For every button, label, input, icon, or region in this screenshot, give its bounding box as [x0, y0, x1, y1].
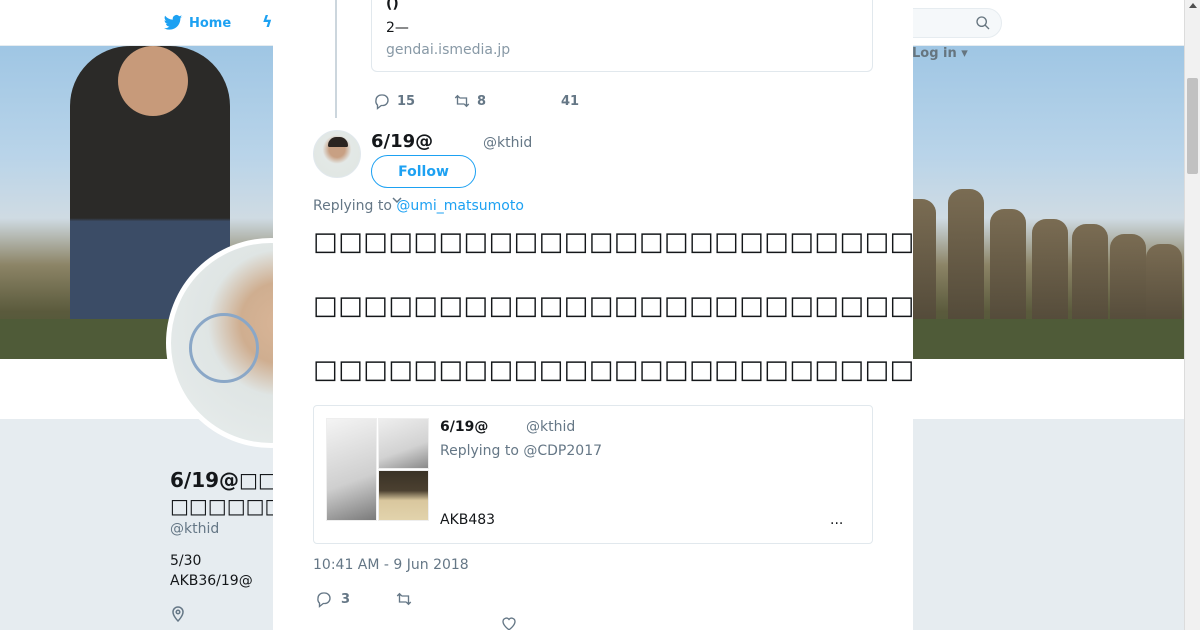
scroll-up-arrow-icon[interactable]: [1189, 3, 1197, 8]
scroll-thumb[interactable]: [1187, 78, 1198, 174]
reply-button[interactable]: 15: [373, 92, 453, 110]
follow-button[interactable]: Follow: [371, 155, 476, 188]
like-button[interactable]: 41: [561, 94, 579, 109]
link-preview-title: (): [386, 0, 399, 12]
tweet-text-line: □□□□□□□□□□□□□□□□□□□□□□□□□□□□□□□□□□□□□□□□…: [313, 355, 913, 385]
retweet-button[interactable]: [395, 590, 413, 608]
tweet-timestamp[interactable]: 10:41 AM - 9 Jun 2018: [313, 557, 469, 573]
page-scrollbar[interactable]: [1184, 0, 1200, 630]
tweet-author-avatar[interactable]: [313, 130, 361, 178]
retweet-button[interactable]: 8: [453, 92, 561, 110]
tweet-text-line: □□□□□□□□□□□□□□□□□□□□□□□□□□□□□□□□□□□□□□□□…: [313, 227, 913, 257]
reply-button[interactable]: 3: [315, 590, 395, 608]
quoted-tweet-image[interactable]: [378, 470, 429, 521]
replying-prefix: Replying to: [313, 198, 397, 214]
replying-mention-link[interactable]: @umi_matsumoto: [396, 198, 524, 214]
quoted-tweet-image[interactable]: [326, 418, 377, 521]
retweet-icon: [396, 592, 412, 606]
tweet-author-handle[interactable]: @kthid: [483, 135, 532, 151]
replying-to: Replying to @umi_matsumoto: [313, 198, 524, 214]
link-preview-domain: gendai.ismedia.jp: [386, 42, 511, 58]
quoted-tweet-card[interactable]: 6/19@ @kthid Replying to @CDP2017 AKB483…: [313, 405, 873, 544]
avatar-hair: [328, 137, 348, 147]
close-icon: [1157, 15, 1175, 33]
quoted-tweet-author-handle: @kthid: [526, 419, 576, 435]
reply-icon: [317, 592, 331, 608]
reply-icon: [375, 94, 389, 110]
close-button[interactable]: [1152, 10, 1180, 38]
tweet-permalink-modal: () 2— gendai.ismedia.jp 15 8 41 6/19@ @k…: [273, 0, 913, 630]
heart-icon[interactable]: [500, 614, 518, 630]
quoted-tweet-image[interactable]: [378, 418, 429, 469]
like-count: 41: [561, 93, 580, 109]
quoted-tweet-ellipsis: ...: [830, 512, 844, 528]
retweet-icon: [454, 94, 470, 108]
link-preview-card[interactable]: () 2— gendai.ismedia.jp: [371, 0, 873, 72]
reply-count: 15: [397, 93, 416, 109]
quoted-tweet-author-name: 6/19@: [440, 419, 489, 435]
quoted-tweet-replying-to: Replying to @CDP2017: [440, 443, 603, 459]
tweet-text-line: □□□□□□□□□□□□□□□□□□□□□□□□□□□□□□□□□□□6/19(…: [313, 291, 913, 321]
reply-count: 3: [341, 591, 351, 607]
previous-tweet-actions: 15 8 41: [373, 90, 579, 112]
link-preview-description: 2—: [386, 20, 409, 36]
tweet-author-name[interactable]: 6/19@: [371, 131, 433, 152]
quoted-tweet-text: AKB483: [440, 512, 496, 528]
retweet-count: 8: [477, 93, 487, 109]
tweet-actions: 3: [315, 590, 413, 608]
thread-connector: [335, 0, 337, 118]
